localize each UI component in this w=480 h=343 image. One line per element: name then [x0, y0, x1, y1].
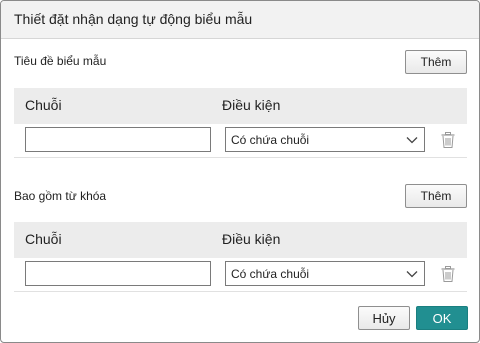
trash-icon[interactable] — [441, 266, 455, 282]
form-title-string-input[interactable] — [25, 127, 211, 152]
column-header-string: Chuỗi — [25, 97, 62, 113]
keyword-table-header: Chuỗi Điều kiện — [14, 222, 467, 258]
dialog-title: Thiết đặt nhận dạng tự động biểu mẫu — [14, 11, 253, 27]
chevron-down-icon — [406, 271, 418, 278]
cancel-button[interactable]: Hủy — [358, 306, 410, 330]
form-title-table-row: Có chứa chuỗi — [14, 123, 467, 158]
condition-select-value: Có chứa chuỗi — [231, 133, 310, 147]
form-title-condition-select[interactable]: Có chứa chuỗi — [225, 127, 425, 152]
section-label-keywords: Bao gồm từ khóa — [14, 189, 107, 203]
add-keyword-button[interactable]: Thêm — [405, 184, 467, 208]
keyword-string-input[interactable] — [25, 261, 211, 286]
ok-button[interactable]: OK — [416, 306, 468, 330]
column-header-condition: Điều kiện — [222, 97, 281, 113]
keyword-table-row: Có chứa chuỗi — [14, 257, 467, 292]
keyword-condition-select[interactable]: Có chứa chuỗi — [225, 261, 425, 286]
chevron-down-icon — [406, 137, 418, 144]
form-title-table-header: Chuỗi Điều kiện — [14, 88, 467, 124]
column-header-condition: Điều kiện — [222, 231, 281, 247]
column-header-string: Chuỗi — [25, 231, 62, 247]
trash-icon[interactable] — [441, 132, 455, 148]
condition-select-value: Có chứa chuỗi — [231, 267, 310, 281]
form-recognition-settings-dialog: Thiết đặt nhận dạng tự động biểu mẫu Tiê… — [0, 0, 480, 343]
section-label-form-title: Tiêu đề biểu mẫu — [14, 54, 107, 68]
dialog-titlebar: Thiết đặt nhận dạng tự động biểu mẫu — [1, 1, 479, 39]
add-form-title-button[interactable]: Thêm — [405, 50, 467, 74]
